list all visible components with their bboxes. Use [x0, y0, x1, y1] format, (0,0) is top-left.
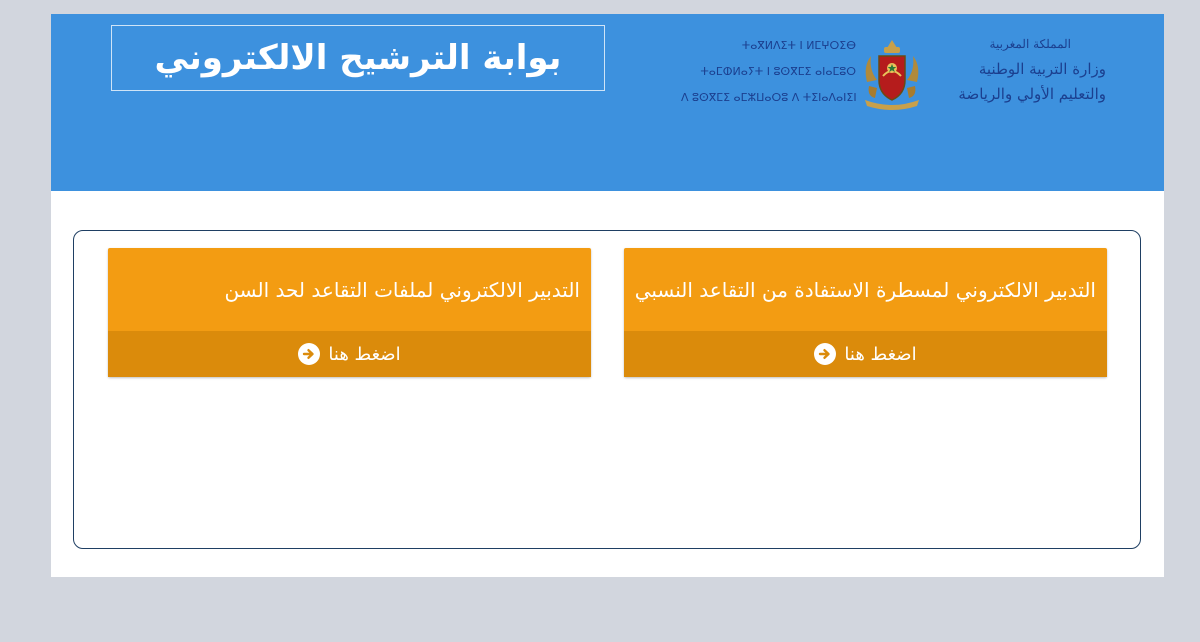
ministry-name-tifinagh: ⵜⴰⴳⵍⴷⵉⵜ ⵏ ⵍⵎⵖⵔⵉⴱ ⵜⴰⵎⵀⵍⴰⵢⵜ ⵏ ⵓⵙⴳⵎⵉ ⴰⵏⴰⵎⵓⵔ… [681, 33, 857, 111]
ministry-logo: ⵜⴰⴳⵍⴷⵉⵜ ⵏ ⵍⵎⵖⵔⵉⴱ ⵜⴰⵎⵀⵍⴰⵢⵜ ⵏ ⵓⵙⴳⵎⵉ ⴰⵏⴰⵎⵓⵔ… [681, 32, 1106, 116]
tifinagh-line-1: ⵜⴰⴳⵍⴷⵉⵜ ⵏ ⵍⵎⵖⵔⵉⴱ [741, 39, 856, 52]
ministry-line-2: وزارة التربية الوطنية [978, 60, 1106, 78]
click-here-button[interactable]: اضغط هنا [108, 331, 591, 377]
button-label: اضغط هنا [844, 343, 917, 365]
tifinagh-line-3: ⴷ ⵓⵙⴳⵎⵉ ⴰⵎⵣⵡⴰⵔⵓ ⴷ ⵜⵉⵏⴰⴷⴰⵏⵉⵏ [681, 91, 857, 104]
tifinagh-line-2: ⵜⴰⵎⵀⵍⴰⵢⵜ ⵏ ⵓⵙⴳⵎⵉ ⴰⵏⴰⵎⵓⵔ [700, 65, 856, 78]
ministry-line-3: والتعليم الأولي والرياضة [958, 85, 1106, 103]
circle-arrow-right-icon [814, 343, 837, 365]
page-container: بوابة الترشيح الالكتروني ⵜⴰⴳⵍⴷⵉⵜ ⵏ ⵍⵎⵖⵔⵉ… [51, 14, 1164, 577]
header-bar: بوابة الترشيح الالكتروني ⵜⴰⴳⵍⴷⵉⵜ ⵏ ⵍⵎⵖⵔⵉ… [51, 14, 1164, 191]
card-title: التدبير الالكتروني لمسطرة الاستفادة من ا… [634, 277, 1096, 302]
service-card-age-retirement: التدبير الالكتروني لملفات التقاعد لحد ال… [108, 248, 591, 377]
click-here-button[interactable]: اضغط هنا [624, 331, 1107, 377]
circle-arrow-right-icon [298, 343, 321, 365]
ministry-name-arabic: المملكة المغربية وزارة التربية الوطنية و… [926, 32, 1106, 107]
portal-title: بوابة الترشيح الالكتروني [154, 38, 562, 78]
ministry-line-1: المملكة المغربية [989, 37, 1071, 51]
services-panel: التدبير الالكتروني لملفات التقاعد لحد ال… [73, 230, 1141, 549]
service-card-proportional-retirement: التدبير الالكتروني لمسطرة الاستفادة من ا… [624, 248, 1107, 377]
coat-of-arms-icon [865, 40, 919, 110]
card-title: التدبير الالكتروني لملفات التقاعد لحد ال… [224, 277, 580, 302]
button-label: اضغط هنا [328, 343, 401, 365]
portal-title-box: بوابة الترشيح الالكتروني [111, 25, 605, 91]
